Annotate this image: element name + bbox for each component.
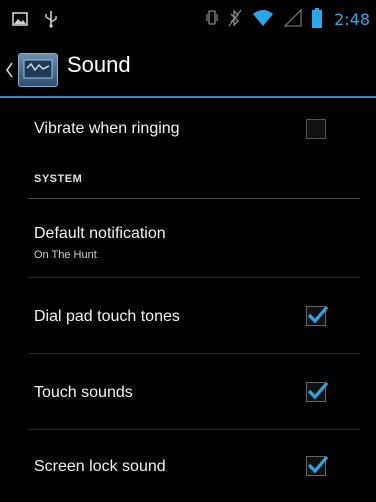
setting-title: Touch sounds xyxy=(34,384,133,401)
setting-vibrate-when-ringing[interactable]: Vibrate when ringing xyxy=(0,98,376,164)
wifi-icon xyxy=(252,9,274,31)
screen-lock-checkbox[interactable] xyxy=(306,455,329,476)
section-header-system: SYSTEM xyxy=(0,164,376,199)
dial-pad-checkbox[interactable] xyxy=(306,305,329,326)
vibrate-checkbox[interactable] xyxy=(306,119,326,139)
setting-title: Screen lock sound xyxy=(34,458,166,475)
clock: 2:48 xyxy=(334,10,370,29)
bluetooth-off-icon xyxy=(228,9,242,31)
setting-touch-sounds[interactable]: Touch sounds xyxy=(0,354,376,430)
status-bar: 2:48 xyxy=(0,0,376,40)
status-bar-right: 2:48 xyxy=(206,8,370,32)
sound-settings-icon[interactable] xyxy=(18,53,58,87)
checkmark-icon xyxy=(307,455,329,474)
vibrate-mode-icon xyxy=(206,9,218,31)
setting-title: Dial pad touch tones xyxy=(34,308,180,325)
section-label: SYSTEM xyxy=(34,173,83,185)
gallery-notification-icon xyxy=(12,11,28,31)
setting-default-notification[interactable]: Default notification On The Hunt xyxy=(0,199,376,278)
touch-sounds-checkbox[interactable] xyxy=(306,381,329,402)
status-bar-left xyxy=(12,10,58,32)
setting-screen-lock-sound[interactable]: Screen lock sound xyxy=(0,430,376,502)
setting-title: Default notification xyxy=(34,225,166,242)
page-title: Sound xyxy=(67,52,131,77)
battery-icon xyxy=(312,8,323,32)
checkmark-icon xyxy=(307,381,329,400)
cell-signal-icon xyxy=(283,8,302,31)
settings-list: Vibrate when ringing SYSTEM Default noti… xyxy=(0,98,376,502)
action-bar: Sound xyxy=(0,40,376,98)
setting-title: Vibrate when ringing xyxy=(34,120,180,137)
usb-icon xyxy=(44,10,58,32)
setting-dial-pad-touch-tones[interactable]: Dial pad touch tones xyxy=(0,278,376,354)
chevron-left-icon[interactable] xyxy=(5,62,13,78)
checkmark-icon xyxy=(307,305,329,324)
setting-summary: On The Hunt xyxy=(34,249,97,261)
